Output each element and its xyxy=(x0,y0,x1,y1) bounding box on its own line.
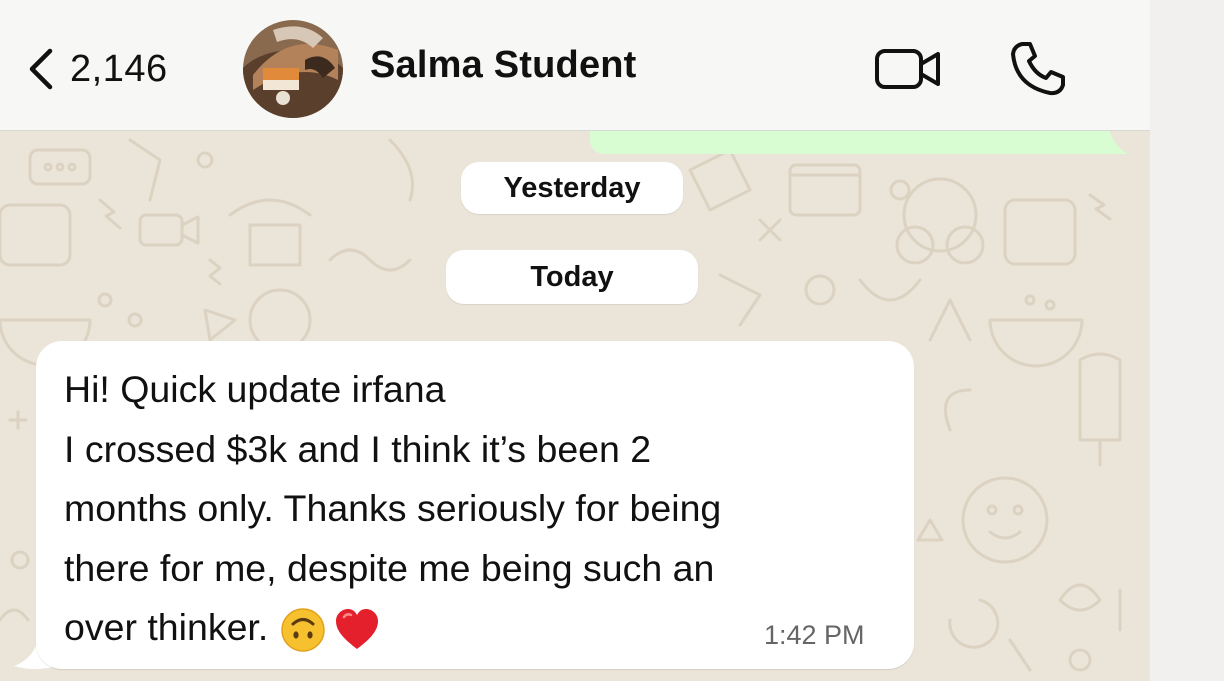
video-camera-icon xyxy=(875,49,940,89)
message-line: months only. Thanks seriously for being xyxy=(64,487,722,529)
message-line: Hi! Quick update irfana xyxy=(64,368,446,410)
contact-avatar[interactable] xyxy=(243,20,343,118)
message-line: there for me, despite me being such an xyxy=(64,546,715,589)
message-text: Hi! Quick update irfana I crossed $3k an… xyxy=(64,360,904,658)
phone-icon xyxy=(1011,42,1065,96)
upside-down-face-emoji xyxy=(281,608,326,652)
chevron-left-icon xyxy=(29,48,53,90)
avatar-image xyxy=(243,20,343,118)
previous-message-tail xyxy=(1100,132,1128,154)
red-heart-emoji xyxy=(336,609,379,650)
message-line-text: over thinker. xyxy=(64,606,269,648)
voice-call-button[interactable] xyxy=(1008,38,1068,98)
message-line: I crossed $3k and I think it’s been 2 xyxy=(64,427,652,470)
chat-header: 2,146 Salma Student xyxy=(0,0,1150,131)
date-separator-yesterday: Yesterday xyxy=(461,162,683,214)
date-separator-today: Today xyxy=(446,250,698,304)
unread-chats-count: 2,146 xyxy=(70,47,168,90)
message-time: 1:42 PM xyxy=(764,620,865,650)
chat-screen: 12:34 AM 2,146 Salma Student xyxy=(0,0,1150,681)
message-emojis xyxy=(280,607,388,653)
video-call-button[interactable] xyxy=(874,46,944,92)
side-margin xyxy=(1150,0,1224,681)
back-button[interactable]: 2,146 xyxy=(26,42,168,96)
contact-name[interactable]: Salma Student xyxy=(370,44,637,87)
